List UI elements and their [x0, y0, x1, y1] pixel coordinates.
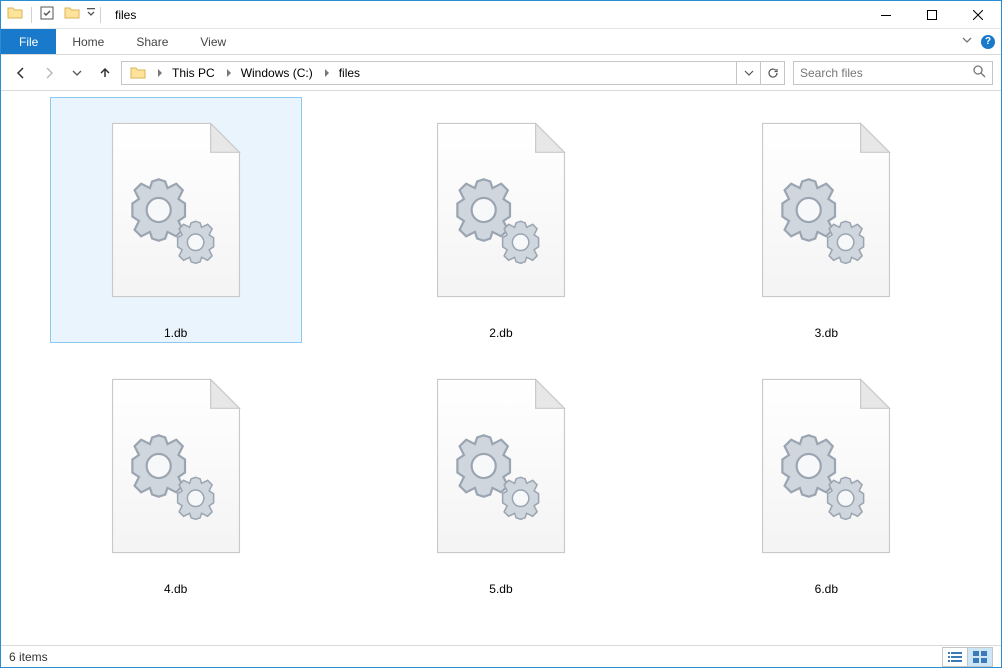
ribbon: File Home Share View ?: [1, 29, 1001, 55]
help-icon[interactable]: ?: [981, 35, 995, 49]
window-title: files: [115, 8, 136, 22]
folder-icon: [7, 5, 23, 24]
forward-button[interactable]: [37, 61, 61, 85]
status-bar: 6 items: [1, 645, 1001, 667]
file-item[interactable]: 1.db: [50, 97, 302, 343]
address-bar: This PC Windows (C:) files Search files: [1, 55, 1001, 91]
file-name: 3.db: [815, 326, 838, 340]
separator: [31, 7, 32, 23]
properties-icon[interactable]: [40, 6, 54, 23]
file-item[interactable]: 2.db: [375, 97, 627, 343]
window-controls: [863, 1, 1001, 29]
tab-share[interactable]: Share: [120, 29, 184, 54]
new-folder-icon[interactable]: [64, 5, 80, 24]
file-thumbnail: [403, 100, 598, 320]
file-item[interactable]: 4.db: [50, 353, 302, 599]
file-name: 4.db: [164, 582, 187, 596]
file-pane[interactable]: 1.db 2.db 3.db 4.db 5.db 6.db: [1, 91, 1001, 645]
breadcrumb-label: files: [339, 66, 360, 80]
recent-locations-button[interactable]: [65, 61, 89, 85]
qat-customize-icon[interactable]: [86, 6, 96, 23]
separator: [100, 7, 101, 23]
file-thumbnail: [729, 100, 924, 320]
refresh-button[interactable]: [760, 62, 784, 84]
breadcrumb-label: This PC: [172, 66, 215, 80]
quick-access-toolbar: [1, 5, 96, 24]
file-item[interactable]: 5.db: [375, 353, 627, 599]
minimize-button[interactable]: [863, 1, 909, 29]
file-item[interactable]: 3.db: [700, 97, 952, 343]
tab-home[interactable]: Home: [56, 29, 120, 54]
file-name: 5.db: [489, 582, 512, 596]
search-placeholder: Search files: [800, 66, 863, 80]
file-thumbnail: [78, 100, 273, 320]
breadcrumb-dropdown-button[interactable]: [736, 62, 760, 84]
title-bar: files: [1, 1, 1001, 29]
up-button[interactable]: [93, 61, 117, 85]
back-button[interactable]: [9, 61, 33, 85]
file-thumbnail: [403, 356, 598, 576]
breadcrumb-item[interactable]: This PC: [168, 66, 235, 80]
breadcrumb-root[interactable]: [126, 65, 166, 81]
tab-view[interactable]: View: [184, 29, 242, 54]
file-tab[interactable]: File: [1, 29, 56, 54]
item-count: 6 items: [9, 650, 48, 664]
close-button[interactable]: [955, 1, 1001, 29]
file-item[interactable]: 6.db: [700, 353, 952, 599]
file-thumbnail: [78, 356, 273, 576]
expand-ribbon-icon[interactable]: [961, 34, 973, 49]
file-name: 1.db: [164, 326, 187, 340]
thumbnails-view-button[interactable]: [967, 647, 993, 667]
file-name: 2.db: [489, 326, 512, 340]
details-view-button[interactable]: [942, 647, 968, 667]
search-icon: [973, 65, 986, 81]
breadcrumb-item[interactable]: Windows (C:): [237, 66, 333, 80]
search-input[interactable]: Search files: [793, 61, 993, 85]
file-thumbnail: [729, 356, 924, 576]
file-name: 6.db: [815, 582, 838, 596]
breadcrumb[interactable]: This PC Windows (C:) files: [121, 61, 785, 85]
breadcrumb-item[interactable]: files: [335, 66, 364, 80]
breadcrumb-label: Windows (C:): [241, 66, 313, 80]
view-toggles: [943, 647, 993, 667]
maximize-button[interactable]: [909, 1, 955, 29]
